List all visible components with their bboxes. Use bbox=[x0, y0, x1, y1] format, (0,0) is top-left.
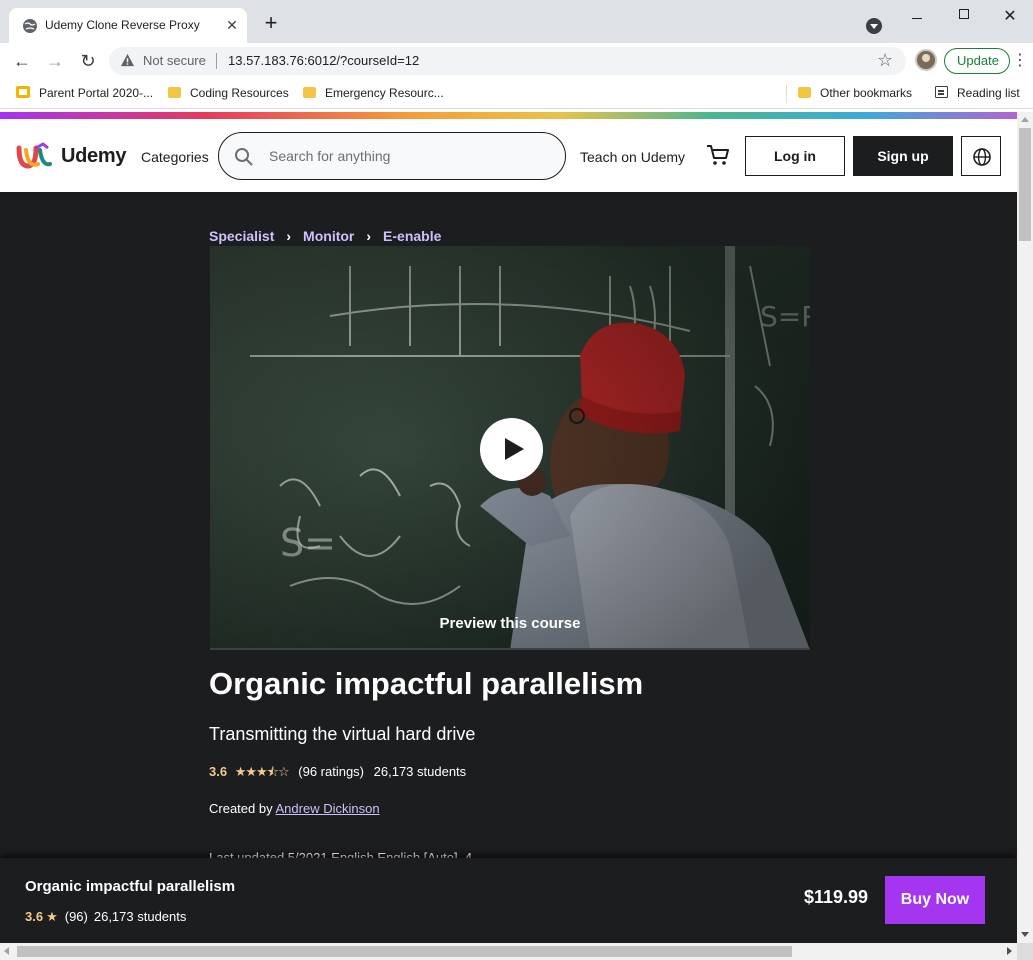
bookmark-parent-portal[interactable]: Parent Portal 2020-... bbox=[16, 86, 153, 102]
tab-title: Udemy Clone Reverse Proxy bbox=[45, 18, 200, 32]
maximize-icon bbox=[959, 9, 969, 19]
browser-tab[interactable]: Udemy Clone Reverse Proxy ✕ bbox=[9, 8, 247, 43]
vertical-scrollbar[interactable] bbox=[1017, 112, 1033, 943]
scrollbar-corner bbox=[1017, 943, 1033, 960]
not-secure-label[interactable]: Not secure bbox=[143, 53, 206, 68]
breadcrumb: Specialist › Monitor › E-enable bbox=[209, 228, 441, 244]
sticky-course-title: Organic impactful parallelism bbox=[25, 878, 236, 895]
bookmark-star-icon[interactable]: ☆ bbox=[877, 50, 893, 71]
horizontal-scroll-thumb[interactable] bbox=[17, 946, 792, 957]
omnibox-divider bbox=[216, 53, 217, 69]
sticky-students-count: 26,173 students bbox=[93, 909, 187, 924]
globe-icon bbox=[973, 148, 991, 166]
breadcrumb-item[interactable]: E-enable bbox=[383, 228, 441, 244]
back-arrow-icon[interactable]: ← bbox=[10, 50, 34, 72]
horizontal-scrollbar[interactable] bbox=[0, 943, 1017, 960]
breadcrumb-chevron-icon: › bbox=[286, 228, 292, 244]
sticky-rating-row: 3.6 ★ (96) 26,173 students bbox=[25, 909, 186, 925]
minimize-button[interactable] bbox=[894, 6, 940, 26]
udemy-logo-icon bbox=[16, 142, 52, 169]
site-header: Udemy Categories Teach on Udemy Log in S… bbox=[0, 119, 1017, 192]
rainbow-banner-strip bbox=[0, 112, 1017, 119]
reading-list[interactable]: Reading list bbox=[935, 86, 1020, 102]
breadcrumb-item[interactable]: Specialist bbox=[209, 228, 274, 244]
course-title: Organic impactful parallelism bbox=[209, 666, 644, 701]
update-button[interactable]: Update bbox=[944, 48, 1010, 74]
search-icon[interactable] bbox=[234, 147, 254, 167]
bookmark-emergency-resources[interactable]: Emergency Resourc... bbox=[303, 86, 444, 102]
students-count: 26,173 students bbox=[373, 764, 467, 779]
minimize-icon bbox=[912, 18, 922, 19]
sticky-rating-number: 3.6 bbox=[25, 909, 44, 924]
other-bookmarks[interactable]: Other bookmarks bbox=[798, 86, 912, 102]
reading-list-icon bbox=[935, 86, 948, 98]
bookmark-label: Parent Portal 2020-... bbox=[39, 86, 154, 100]
browser-toolbar: ← → ↻ Not secure 13.57.183.76:6012/?cour… bbox=[0, 43, 1033, 79]
teach-on-udemy-link[interactable]: Teach on Udemy bbox=[580, 149, 685, 165]
breadcrumb-chevron-icon: › bbox=[366, 228, 372, 244]
login-button[interactable]: Log in bbox=[745, 136, 845, 176]
categories-link[interactable]: Categories bbox=[141, 149, 209, 165]
reading-list-label: Reading list bbox=[957, 86, 1020, 100]
course-rating-row: 3.6 ★★★⯪☆ (96 ratings) 26,173 students bbox=[209, 763, 466, 785]
instructor-link[interactable]: Andrew Dickinson bbox=[276, 801, 380, 816]
folder-icon bbox=[303, 87, 316, 98]
search-bar[interactable] bbox=[218, 132, 566, 180]
logo-text: Udemy bbox=[61, 145, 127, 167]
rating-stars-icon: ★★★⯪☆ bbox=[234, 764, 290, 779]
folder-icon bbox=[168, 87, 181, 98]
scroll-down-arrow-icon[interactable] bbox=[1021, 932, 1029, 937]
scroll-up-arrow-icon[interactable] bbox=[1021, 117, 1029, 122]
browser-tab-bar: Udemy Clone Reverse Proxy ✕ + ✕ bbox=[0, 0, 1033, 43]
course-price: $119.99 bbox=[804, 887, 869, 907]
new-tab-button[interactable]: + bbox=[259, 12, 283, 36]
rating-number: 3.6 bbox=[209, 764, 228, 779]
play-icon[interactable] bbox=[480, 418, 543, 481]
created-by-label: Created by bbox=[209, 801, 276, 816]
sticky-purchase-bar: Organic impactful parallelism 3.6 ★ (96) 26… bbox=[0, 858, 1017, 943]
language-button[interactable] bbox=[961, 136, 1001, 176]
more-menu-icon[interactable]: ⋮ bbox=[1012, 51, 1028, 71]
address-bar[interactable]: Not secure 13.57.183.76:6012/?courseId=1… bbox=[109, 47, 906, 75]
tab-close-icon[interactable]: ✕ bbox=[223, 16, 241, 34]
bookmarks-bar: Parent Portal 2020-... Coding Resources … bbox=[0, 79, 1033, 109]
forward-arrow-icon[interactable]: → bbox=[43, 50, 67, 72]
profile-avatar[interactable] bbox=[915, 49, 937, 71]
shopping-cart-icon[interactable] bbox=[705, 142, 731, 168]
star-icon: ★ bbox=[46, 909, 58, 924]
parent-portal-icon bbox=[16, 86, 30, 98]
scroll-right-arrow-icon[interactable] bbox=[1007, 947, 1012, 955]
bookmark-label: Emergency Resourc... bbox=[325, 86, 444, 100]
page-viewport: Udemy Categories Teach on Udemy Log in S… bbox=[0, 112, 1017, 943]
warning-icon[interactable] bbox=[120, 53, 135, 68]
close-window-button[interactable]: ✕ bbox=[987, 6, 1033, 26]
search-input[interactable] bbox=[269, 133, 549, 179]
tab-search-icon[interactable] bbox=[866, 18, 882, 34]
course-preview-video[interactable]: S= S=R Preview this course bbox=[210, 246, 810, 650]
bookmarks-divider bbox=[786, 85, 787, 103]
maximize-button[interactable] bbox=[941, 6, 987, 26]
breadcrumb-item[interactable]: Monitor bbox=[303, 228, 354, 244]
reload-icon[interactable]: ↻ bbox=[76, 50, 100, 72]
course-subtitle: Transmitting the virtual hard drive bbox=[209, 724, 476, 744]
scroll-left-arrow-icon[interactable] bbox=[4, 947, 9, 955]
globe-favicon-icon bbox=[23, 19, 37, 33]
bookmark-label: Coding Resources bbox=[190, 86, 289, 100]
folder-icon bbox=[798, 87, 811, 98]
sticky-ratings-count: (96) bbox=[64, 909, 88, 924]
created-by-row: Created by Andrew Dickinson bbox=[209, 801, 380, 816]
buy-now-button[interactable]: Buy Now bbox=[885, 876, 985, 924]
signup-button[interactable]: Sign up bbox=[853, 136, 953, 176]
bookmark-coding-resources[interactable]: Coding Resources bbox=[168, 86, 289, 102]
ratings-count-link[interactable]: (96 ratings) bbox=[298, 764, 364, 779]
other-bookmarks-label: Other bookmarks bbox=[820, 86, 913, 100]
url-text[interactable]: 13.57.183.76:6012/?courseId=12 bbox=[228, 53, 419, 68]
vertical-scroll-thumb[interactable] bbox=[1019, 128, 1031, 241]
preview-course-label[interactable]: Preview this course bbox=[210, 615, 810, 632]
